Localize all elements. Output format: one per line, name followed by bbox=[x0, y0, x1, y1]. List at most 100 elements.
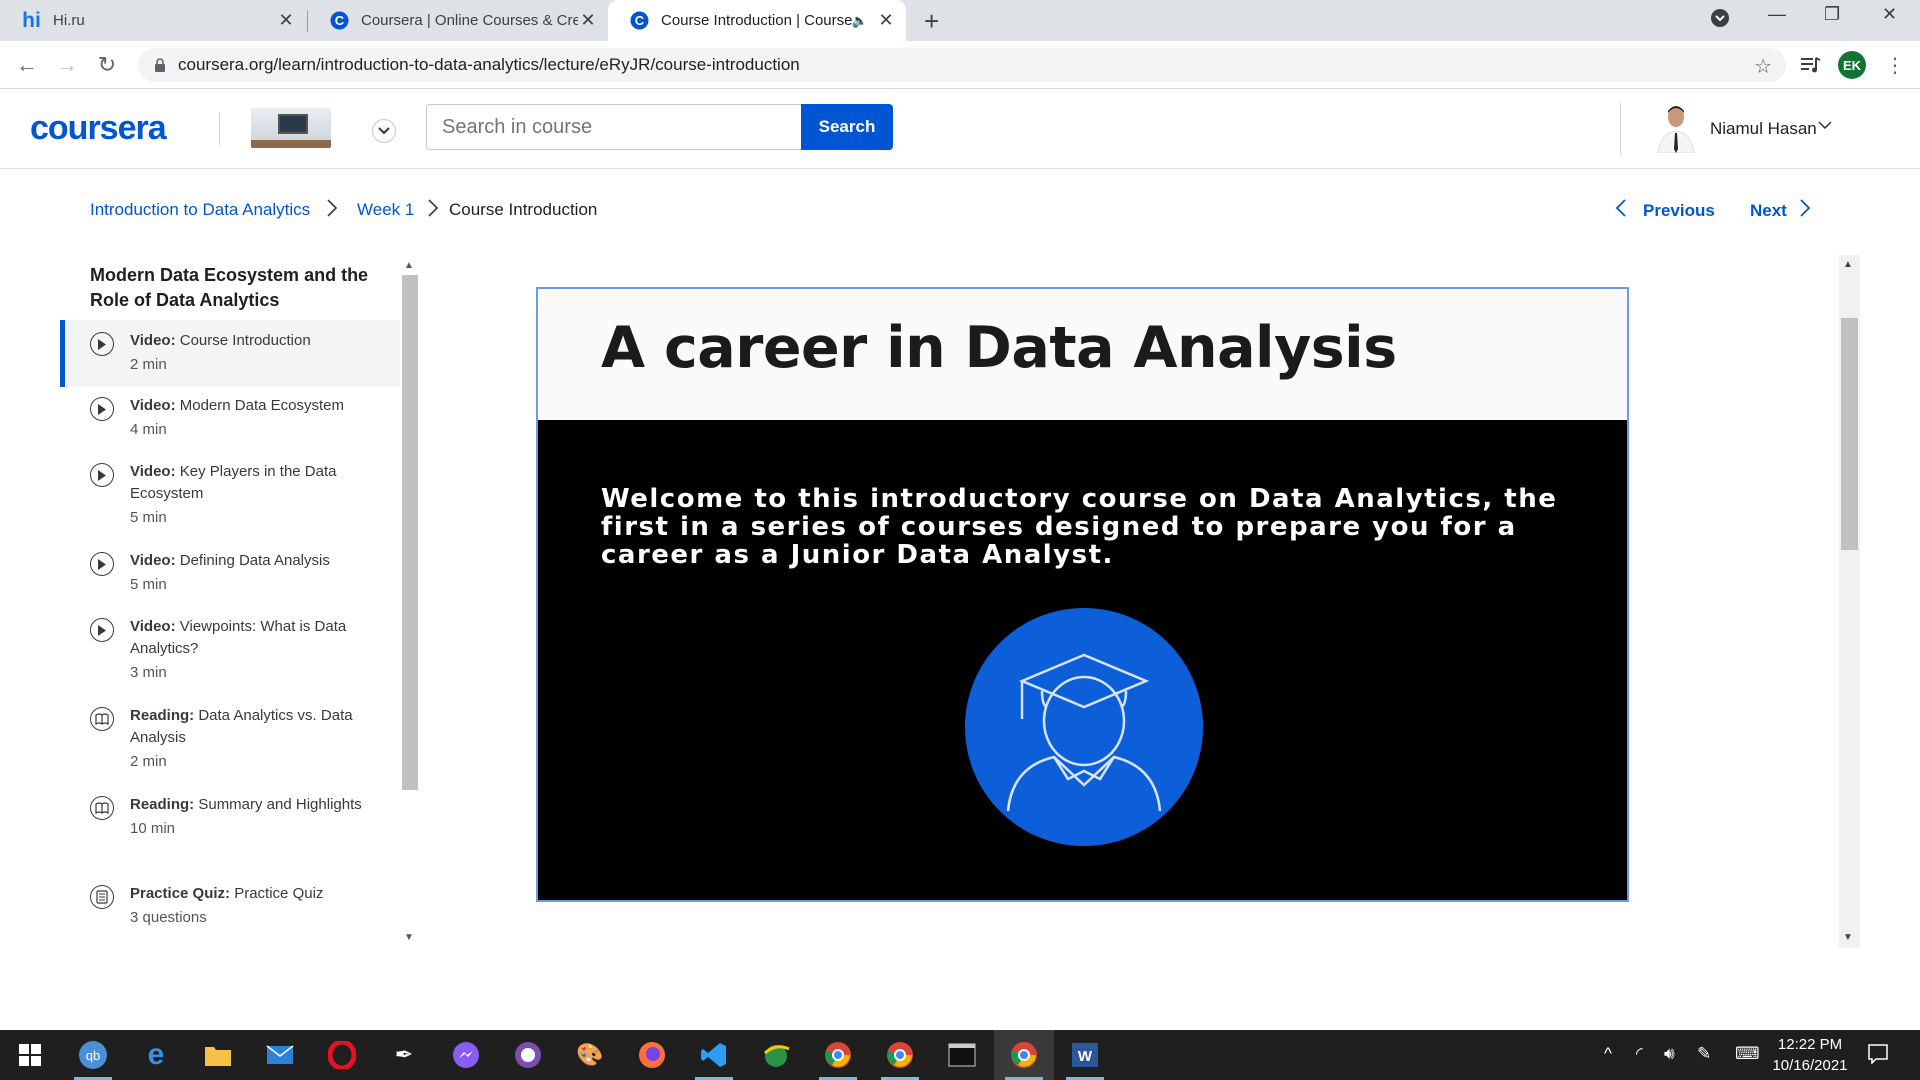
clock-time: 12:22 PM bbox=[1777, 1036, 1843, 1053]
chrome-icon[interactable] bbox=[881, 1036, 919, 1080]
svg-text:qb: qb bbox=[86, 1048, 100, 1063]
forward-arrow-icon[interactable]: → bbox=[52, 50, 82, 80]
close-tab-icon[interactable]: ✕ bbox=[876, 10, 896, 31]
outline-item[interactable]: Reading: Data Analytics vs. Data Analysi… bbox=[60, 697, 400, 786]
chevron-down-icon[interactable] bbox=[1818, 117, 1832, 133]
lecture-video[interactable]: A career in Data Analysis Welcome to thi… bbox=[536, 287, 1629, 902]
outline-item[interactable]: Video: Key Players in the Data Ecosystem… bbox=[60, 453, 400, 542]
coursera-header: coursera Search Niamul Hasan bbox=[0, 89, 1920, 169]
outline-item[interactable]: Video: Course Introduction 2 min bbox=[60, 320, 400, 387]
scroll-up-arrow-icon[interactable]: ▲ bbox=[404, 260, 414, 271]
tab-coursera-home[interactable]: C Coursera | Online Courses & Crec ✕ bbox=[308, 0, 608, 41]
wifi-icon[interactable]: ◜ bbox=[1636, 1044, 1643, 1064]
scroll-down-arrow-icon[interactable]: ▼ bbox=[404, 932, 414, 943]
profile-avatar[interactable]: EK bbox=[1838, 51, 1866, 79]
breadcrumb-current: Course Introduction bbox=[449, 200, 598, 219]
reading-icon bbox=[90, 796, 114, 820]
audio-playing-icon[interactable]: 🔈 bbox=[852, 13, 868, 29]
volume-icon[interactable]: 🔊︎ bbox=[1664, 1044, 1675, 1064]
tab-course-introduction[interactable]: C Course Introduction | Course 🔈 ✕ bbox=[608, 0, 906, 41]
back-arrow-icon[interactable]: ← bbox=[12, 50, 42, 80]
slide-body-text: Welcome to this introductory course on D… bbox=[601, 484, 1558, 570]
system-clock[interactable]: 12:22 PM 10/16/2021 bbox=[1765, 1034, 1855, 1076]
chrome-profile-icon[interactable] bbox=[1005, 1036, 1043, 1080]
url-text: coursera.org/learn/introduction-to-data-… bbox=[178, 55, 800, 74]
vscode-icon[interactable] bbox=[695, 1036, 733, 1080]
svg-text:C: C bbox=[635, 13, 645, 28]
edge-icon[interactable]: e bbox=[137, 1036, 175, 1074]
github-desktop-icon[interactable] bbox=[509, 1036, 547, 1074]
item-title: Modern Data Ecosystem bbox=[179, 397, 344, 414]
windows-start-icon[interactable] bbox=[11, 1036, 49, 1074]
reload-icon[interactable]: ↻ bbox=[92, 50, 122, 80]
search-input[interactable] bbox=[426, 104, 801, 150]
user-name[interactable]: Niamul Hasan bbox=[1710, 119, 1817, 139]
new-tab-button[interactable]: + bbox=[924, 6, 939, 37]
outline-item[interactable]: Video: Defining Data Analysis 5 min bbox=[60, 542, 400, 608]
play-icon bbox=[90, 552, 114, 576]
item-type: Video: bbox=[130, 552, 176, 569]
chevron-down-icon[interactable] bbox=[372, 119, 396, 143]
close-tab-icon[interactable]: ✕ bbox=[578, 10, 598, 31]
tab-search-icon[interactable] bbox=[1710, 8, 1730, 33]
maximize-icon[interactable]: ❐ bbox=[1824, 4, 1840, 25]
terminal-icon[interactable] bbox=[943, 1036, 981, 1074]
previous-button[interactable]: Previous bbox=[1643, 201, 1715, 221]
mail-icon[interactable] bbox=[261, 1036, 299, 1074]
word-icon[interactable]: W bbox=[1066, 1036, 1104, 1080]
next-button[interactable]: Next bbox=[1750, 201, 1787, 221]
coursera-logo[interactable]: coursera bbox=[30, 109, 167, 148]
address-bar[interactable]: coursera.org/learn/introduction-to-data-… bbox=[138, 48, 1786, 82]
breadcrumb-week[interactable]: Week 1 bbox=[357, 200, 414, 220]
user-avatar[interactable] bbox=[1654, 103, 1698, 153]
pen-icon[interactable]: ✎ bbox=[1697, 1044, 1711, 1064]
inkscape-icon[interactable]: ✒ bbox=[385, 1036, 423, 1074]
search-button[interactable]: Search bbox=[801, 104, 893, 150]
globe-app-icon[interactable] bbox=[757, 1036, 795, 1074]
bookmark-star-icon[interactable]: ☆ bbox=[1754, 54, 1772, 79]
outline-item[interactable]: Video: Modern Data Ecosystem 4 min bbox=[60, 387, 400, 453]
chevron-right-icon bbox=[326, 198, 338, 224]
slide-heading: A career in Data Analysis bbox=[601, 315, 1397, 381]
course-outline-sidebar: Modern Data Ecosystem and the Role of Da… bbox=[60, 257, 402, 947]
item-duration: 10 min bbox=[130, 820, 176, 837]
close-window-icon[interactable]: ✕ bbox=[1882, 4, 1897, 25]
outline-item[interactable]: Practice Quiz: Practice Quiz 3 questions bbox=[60, 875, 400, 941]
graduate-icon bbox=[965, 608, 1203, 846]
paint-icon[interactable]: 🎨 bbox=[571, 1036, 609, 1074]
item-type: Practice Quiz: bbox=[130, 885, 231, 902]
svg-text:W: W bbox=[1078, 1048, 1093, 1065]
browser-tab-strip: hi Hi.ru ✕ C Coursera | Online Courses &… bbox=[0, 0, 1920, 41]
keyboard-icon[interactable]: ⌨ bbox=[1735, 1044, 1760, 1064]
menu-kebab-icon[interactable]: ⋮ bbox=[1880, 50, 1910, 80]
chevron-right-icon[interactable] bbox=[1799, 198, 1811, 224]
play-icon bbox=[90, 332, 114, 356]
chevron-left-icon[interactable] bbox=[1615, 198, 1627, 224]
sidebar-scrollbar[interactable] bbox=[402, 275, 418, 790]
item-duration: 5 min bbox=[130, 509, 167, 526]
outline-item[interactable]: Reading: Summary and Highlights 10 min bbox=[60, 786, 400, 875]
item-type: Reading: bbox=[130, 707, 195, 724]
file-explorer-icon[interactable] bbox=[199, 1036, 237, 1074]
media-control-icon[interactable] bbox=[1796, 50, 1826, 80]
scroll-up-arrow-icon[interactable]: ▲ bbox=[1843, 259, 1853, 270]
minimize-icon[interactable]: — bbox=[1768, 4, 1786, 25]
item-title: Summary and Highlights bbox=[198, 796, 362, 813]
scroll-down-arrow-icon[interactable]: ▼ bbox=[1843, 932, 1853, 943]
messenger-icon[interactable] bbox=[447, 1036, 485, 1074]
chevron-up-icon[interactable]: ^ bbox=[1604, 1044, 1612, 1064]
chrome-icon[interactable] bbox=[819, 1036, 857, 1080]
item-title: Defining Data Analysis bbox=[179, 552, 330, 569]
notification-icon[interactable] bbox=[1868, 1044, 1888, 1069]
item-duration: 3 questions bbox=[130, 909, 207, 926]
quiz-icon bbox=[90, 885, 114, 909]
opera-icon[interactable] bbox=[323, 1036, 361, 1074]
firefox-icon[interactable] bbox=[633, 1036, 671, 1074]
course-thumbnail[interactable] bbox=[251, 108, 331, 148]
tab-hi-ru[interactable]: hi Hi.ru ✕ bbox=[0, 0, 306, 41]
qbittorrent-icon[interactable]: qb bbox=[74, 1036, 112, 1080]
breadcrumb-course[interactable]: Introduction to Data Analytics bbox=[90, 200, 310, 220]
main-scrollbar-thumb[interactable] bbox=[1841, 318, 1858, 550]
close-tab-icon[interactable]: ✕ bbox=[276, 10, 296, 31]
outline-item[interactable]: Video: Viewpoints: What is Data Analytic… bbox=[60, 608, 400, 697]
